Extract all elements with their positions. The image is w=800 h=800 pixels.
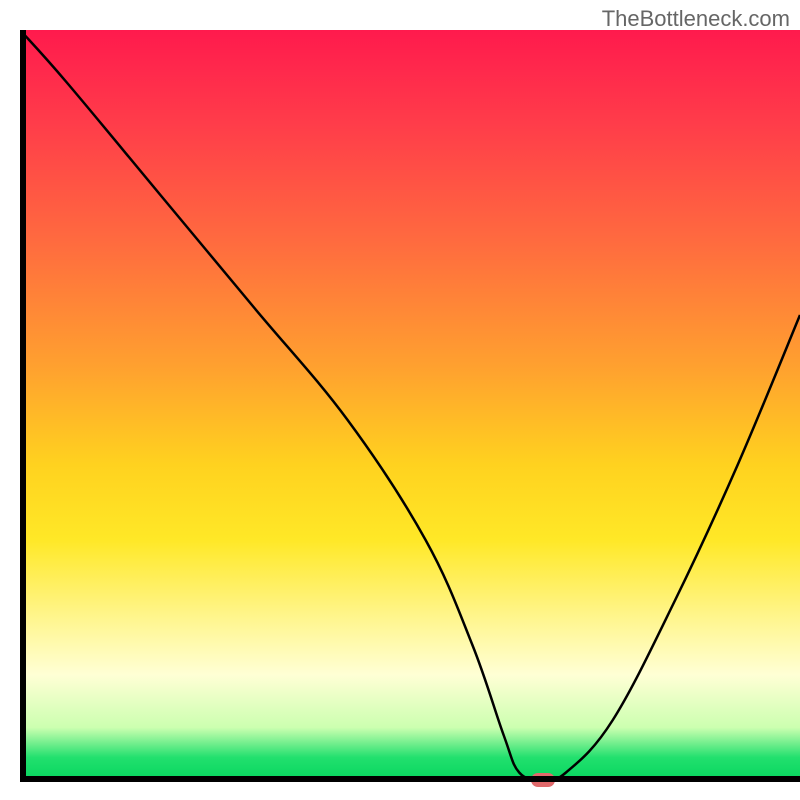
x-axis (20, 776, 800, 782)
watermark-text: TheBottleneck.com (602, 6, 790, 32)
y-axis (20, 30, 26, 780)
chart-frame: TheBottleneck.com (0, 0, 800, 800)
bottleneck-curve (20, 30, 800, 780)
plot-area (20, 30, 800, 780)
